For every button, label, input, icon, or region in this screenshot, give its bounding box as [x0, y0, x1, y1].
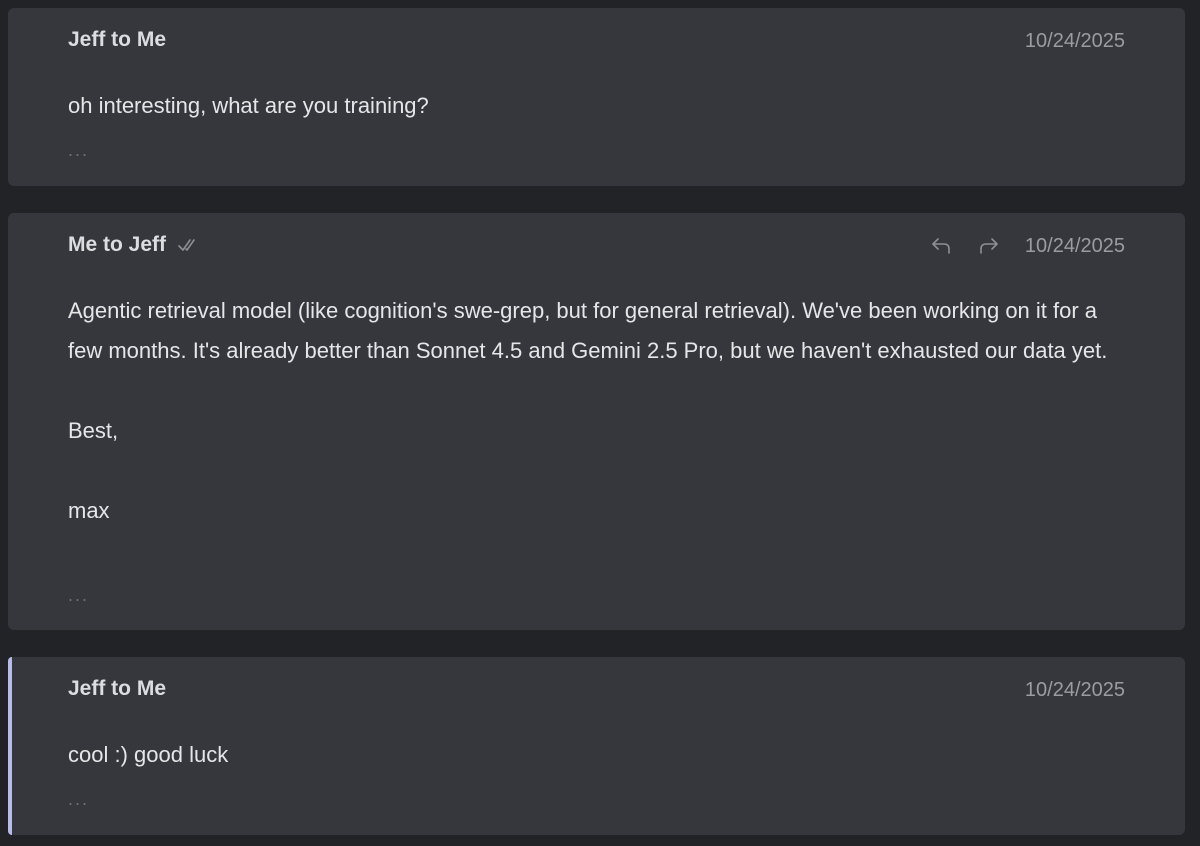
- double-check-icon: [178, 237, 196, 253]
- sender-label: Jeff to Me: [68, 677, 167, 700]
- message-sender: Jeff to Me: [68, 677, 166, 701]
- forward-icon[interactable]: [976, 233, 1002, 259]
- message-body: cool :) good luck: [68, 735, 1115, 775]
- message-sender: Me to Jeff: [68, 233, 196, 257]
- message-body-line: Agentic retrieval model (like cognition'…: [68, 298, 1108, 363]
- message-date: 10/24/2025: [1024, 679, 1125, 701]
- message-body: oh interesting, what are you training?: [68, 86, 1115, 126]
- message-card[interactable]: Jeff to Me 10/24/2025 cool :) good luck …: [8, 657, 1185, 835]
- message-card[interactable]: Jeff to Me 10/24/2025 oh interesting, wh…: [8, 8, 1185, 186]
- message-date: 10/24/2025: [1024, 235, 1125, 257]
- message-body-line: Best,: [68, 418, 119, 443]
- sender-label: Jeff to Me: [68, 28, 167, 51]
- message-actions: [928, 233, 1002, 259]
- message-date: 10/24/2025: [1024, 30, 1125, 52]
- message-body-line: cool :) good luck: [68, 742, 229, 767]
- message-card[interactable]: Me to Jeff 10/24/2025 Agentic retrieval …: [8, 213, 1185, 630]
- message-sender: Jeff to Me: [68, 28, 166, 52]
- message-body: Agentic retrieval model (like cognition'…: [68, 291, 1115, 531]
- show-more-button[interactable]: ...: [68, 789, 89, 810]
- message-body-line: max: [68, 498, 110, 523]
- message-body-line: oh interesting, what are you training?: [68, 93, 429, 118]
- show-more-button[interactable]: ...: [68, 585, 89, 606]
- sender-label: Me to Jeff: [68, 233, 167, 256]
- show-more-button[interactable]: ...: [68, 140, 89, 161]
- reply-icon[interactable]: [928, 233, 954, 259]
